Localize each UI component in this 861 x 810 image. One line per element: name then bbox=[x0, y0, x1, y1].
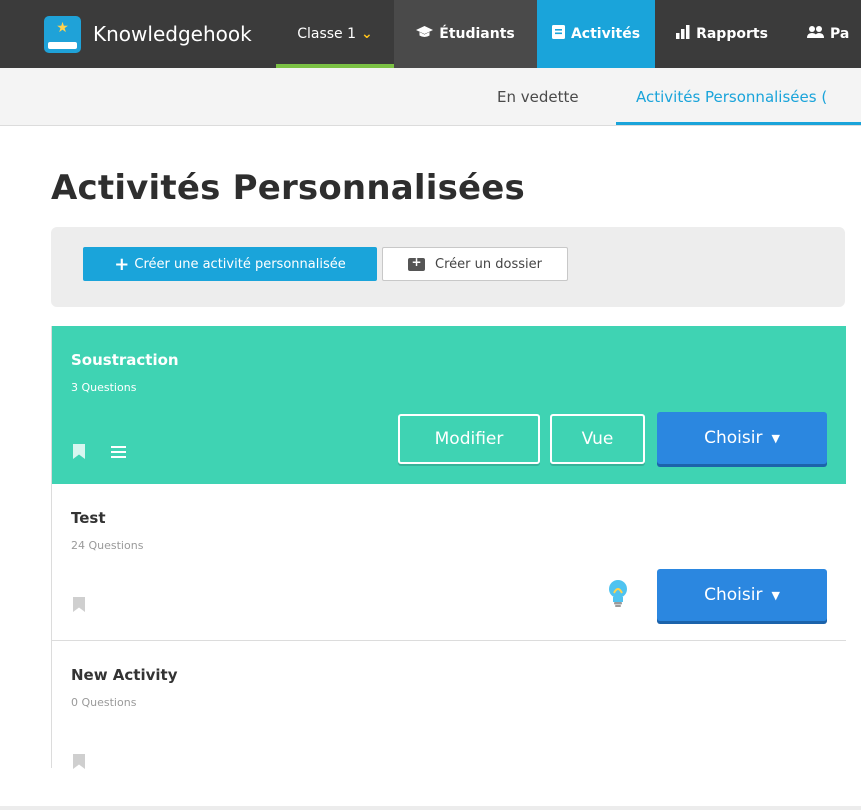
nav-activities-label: Activités bbox=[570, 26, 641, 42]
brand[interactable]: ★ Knowledgehook bbox=[0, 0, 276, 68]
nav-students[interactable]: Étudiants bbox=[394, 0, 537, 68]
nav-activities[interactable]: Activités bbox=[537, 0, 655, 68]
nav-reports-label: Rapports bbox=[696, 26, 768, 42]
toolbar: + Créer une activité personnalisée Créer… bbox=[51, 227, 845, 307]
choose-button-label: Choisir bbox=[704, 428, 763, 448]
brand-name: Knowledgehook bbox=[93, 22, 252, 46]
book-icon bbox=[551, 25, 565, 43]
bookmark-icon[interactable] bbox=[73, 754, 85, 769]
chevron-down-icon: ⌄ bbox=[361, 26, 373, 42]
menu-icon[interactable] bbox=[111, 446, 126, 458]
logo-icon: ★ bbox=[44, 15, 81, 53]
activity-title: Soustraction bbox=[71, 351, 179, 369]
activity-title: New Activity bbox=[71, 666, 178, 684]
page-title: Activités Personnalisées bbox=[51, 168, 525, 208]
bookmark-icon[interactable] bbox=[73, 597, 85, 612]
view-button[interactable]: Vue bbox=[550, 414, 645, 464]
class-selector[interactable]: Classe 1 ⌄ bbox=[276, 0, 394, 68]
choose-button[interactable]: Choisir ▼ bbox=[657, 569, 827, 621]
activity-title: Test bbox=[71, 509, 106, 527]
activity-card[interactable]: Test 24 Questions Choisir ▼ bbox=[52, 484, 846, 641]
page-bottom-divider bbox=[0, 806, 861, 810]
nav-parents-label: Pa bbox=[830, 26, 850, 42]
create-activity-button[interactable]: + Créer une activité personnalisée bbox=[83, 247, 377, 281]
caret-down-icon: ▼ bbox=[771, 431, 780, 445]
create-activity-label: Créer une activité personnalisée bbox=[134, 256, 346, 272]
create-folder-button[interactable]: Créer un dossier bbox=[382, 247, 568, 281]
tab-custom-activities[interactable]: Activités Personnalisées ( bbox=[616, 68, 861, 125]
nav-students-label: Étudiants bbox=[439, 26, 515, 42]
activity-card-selected[interactable]: Soustraction 3 Questions Modifier Vue Ch… bbox=[52, 326, 846, 484]
activity-question-count: 3 Questions bbox=[71, 381, 137, 394]
lightbulb-icon[interactable] bbox=[608, 579, 628, 609]
plus-icon: + bbox=[114, 253, 130, 275]
choose-button-label: Choisir bbox=[704, 585, 763, 605]
caret-down-icon: ▼ bbox=[771, 588, 780, 602]
choose-button[interactable]: Choisir ▼ bbox=[657, 412, 827, 464]
activity-question-count: 24 Questions bbox=[71, 539, 144, 552]
nav-reports[interactable]: Rapports bbox=[655, 0, 789, 68]
modify-button[interactable]: Modifier bbox=[398, 414, 540, 464]
nav-parents[interactable]: Pa bbox=[789, 0, 849, 68]
bar-chart-icon bbox=[676, 25, 690, 43]
create-folder-label: Créer un dossier bbox=[435, 256, 542, 272]
sub-navbar: En vedette Activités Personnalisées ( bbox=[0, 68, 861, 126]
graduation-cap-icon bbox=[416, 26, 434, 42]
activity-question-count: 0 Questions bbox=[71, 696, 137, 709]
class-selector-label: Classe 1 bbox=[297, 26, 357, 42]
activity-card[interactable]: New Activity 0 Questions bbox=[52, 641, 846, 769]
bookmark-icon[interactable] bbox=[73, 444, 85, 459]
users-icon bbox=[807, 26, 824, 42]
tab-featured[interactable]: En vedette bbox=[497, 68, 579, 125]
activity-list: Soustraction 3 Questions Modifier Vue Ch… bbox=[51, 326, 846, 769]
folder-plus-icon bbox=[408, 255, 426, 271]
top-navbar: ★ Knowledgehook Classe 1 ⌄ Étudiants Act… bbox=[0, 0, 861, 68]
